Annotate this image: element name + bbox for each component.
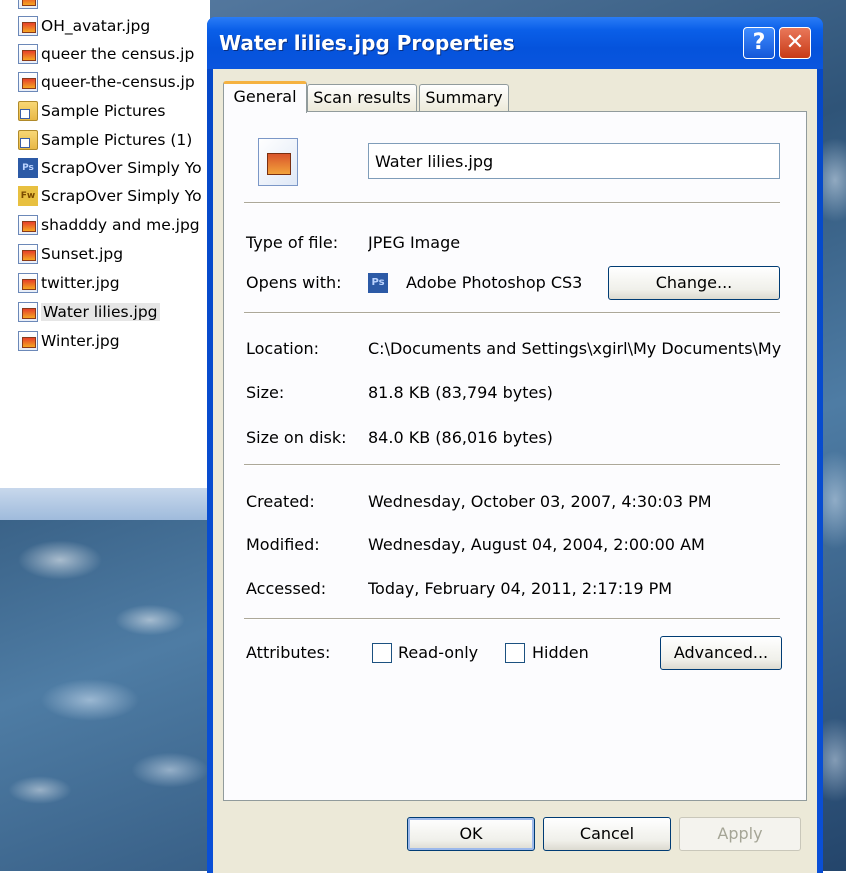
apply-button[interactable]: Apply <box>679 817 801 851</box>
file-row[interactable]: queer the census.jp <box>18 43 194 65</box>
tab-scan-results[interactable]: Scan results <box>307 84 417 112</box>
file-name: queer the census.jp <box>41 45 195 63</box>
file-name: ScrapOver Simply Yo <box>41 159 202 177</box>
photoshop-file-icon: Ps <box>18 158 38 178</box>
opens-with-label: Opens with: <box>246 273 342 292</box>
hidden-label[interactable]: Hidden <box>532 643 589 662</box>
location-value[interactable]: C:\Documents and Settings\xgirl\My Docum… <box>368 339 784 358</box>
jpg-file-icon <box>18 302 38 322</box>
file-row[interactable]: Sunset.jpg <box>18 243 123 265</box>
file-name: Water lilies.jpg <box>41 303 160 321</box>
file-row[interactable]: Fw ScrapOver Simply Yo <box>18 185 202 207</box>
file-name: Sample Pictures <box>41 102 166 120</box>
tab-general[interactable]: General <box>223 81 307 113</box>
jpg-file-icon <box>18 16 38 36</box>
change-button[interactable]: Change... <box>608 266 780 300</box>
size-on-disk-value: 84.0 KB (86,016 bytes) <box>368 428 553 447</box>
file-name: Sunset.jpg <box>41 245 124 263</box>
jpg-file-icon <box>18 244 38 264</box>
dialog-client-area: General Scan results Summary Type of fil… <box>213 69 817 873</box>
file-name: queer-the-census.jp <box>41 73 195 91</box>
general-tab-panel: Type of file: JPEG Image Opens with: Ps … <box>223 111 807 801</box>
file-row[interactable]: twitter.jpg <box>18 272 120 294</box>
type-value: JPEG Image <box>368 233 461 252</box>
file-name: Sample Pictures (1) <box>41 131 193 149</box>
file-name: twitter.jpg <box>41 274 120 292</box>
window-frame-edge <box>0 488 210 520</box>
file-row[interactable]: Ps ScrapOver Simply Yo <box>18 157 202 179</box>
read-only-label[interactable]: Read-only <box>398 643 478 662</box>
cancel-button[interactable]: Cancel <box>543 817 671 851</box>
modified-value: Wednesday, August 04, 2004, 2:00:00 AM <box>368 535 705 554</box>
title-bar[interactable]: Water lilies.jpg Properties ? ✕ <box>207 17 823 69</box>
folder-shortcut-icon <box>18 130 38 150</box>
file-name: ScrapOver Simply Yo <box>41 187 202 205</box>
file-name-field[interactable] <box>368 143 780 179</box>
file-row[interactable]: Winter.jpg <box>18 330 120 352</box>
size-value: 81.8 KB (83,794 bytes) <box>368 383 553 402</box>
dialog-title: Water lilies.jpg Properties <box>219 31 515 55</box>
size-label: Size: <box>246 383 285 402</box>
jpg-file-icon <box>18 44 38 64</box>
accessed-value: Today, February 04, 2011, 2:17:19 PM <box>368 579 673 598</box>
modified-label: Modified: <box>246 535 320 554</box>
file-row[interactable]: queer-the-census.jp <box>18 71 195 93</box>
folder-shortcut-icon <box>18 101 38 121</box>
file-name: OH_avatar.jpg <box>41 17 151 35</box>
jpg-file-icon <box>18 331 38 351</box>
separator <box>244 464 780 466</box>
jpg-file-icon <box>18 215 38 235</box>
opens-with-value: Adobe Photoshop CS3 <box>406 273 583 292</box>
file-row[interactable]: shadddy and me.jpg <box>18 214 200 236</box>
jpg-file-icon <box>18 273 38 293</box>
type-label: Type of file: <box>246 233 339 252</box>
file-row-partial[interactable] <box>18 0 41 10</box>
separator <box>244 202 780 204</box>
separator <box>244 618 780 620</box>
advanced-button[interactable]: Advanced... <box>660 636 782 670</box>
jpg-file-icon <box>18 0 38 9</box>
fireworks-file-icon: Fw <box>18 186 38 206</box>
read-only-checkbox[interactable] <box>372 643 392 663</box>
hidden-checkbox[interactable] <box>505 643 525 663</box>
attributes-label: Attributes: <box>246 643 331 662</box>
file-row[interactable]: Sample Pictures (1) <box>18 129 192 151</box>
location-label: Location: <box>246 339 320 358</box>
photoshop-icon: Ps <box>368 273 388 293</box>
tab-summary[interactable]: Summary <box>419 84 509 112</box>
file-row[interactable]: Sample Pictures <box>18 100 165 122</box>
file-row-selected[interactable]: Water lilies.jpg <box>18 301 160 323</box>
close-icon: ✕ <box>785 30 805 55</box>
created-label: Created: <box>246 492 315 511</box>
ok-button[interactable]: OK <box>407 817 535 851</box>
file-name: Winter.jpg <box>41 332 120 350</box>
size-on-disk-label: Size on disk: <box>246 428 347 447</box>
created-value: Wednesday, October 03, 2007, 4:30:03 PM <box>368 492 712 511</box>
separator <box>244 312 780 314</box>
jpg-file-icon <box>18 72 38 92</box>
question-mark-icon: ? <box>752 30 766 55</box>
accessed-label: Accessed: <box>246 579 327 598</box>
close-button[interactable]: ✕ <box>779 27 811 59</box>
help-button[interactable]: ? <box>743 27 775 59</box>
jpg-file-icon <box>258 138 298 186</box>
file-row[interactable]: OH_avatar.jpg <box>18 15 150 37</box>
properties-dialog: Water lilies.jpg Properties ? ✕ General … <box>207 17 823 873</box>
file-explorer-list: OH_avatar.jpg queer the census.jp queer-… <box>0 0 210 488</box>
file-name: shadddy and me.jpg <box>41 216 200 234</box>
